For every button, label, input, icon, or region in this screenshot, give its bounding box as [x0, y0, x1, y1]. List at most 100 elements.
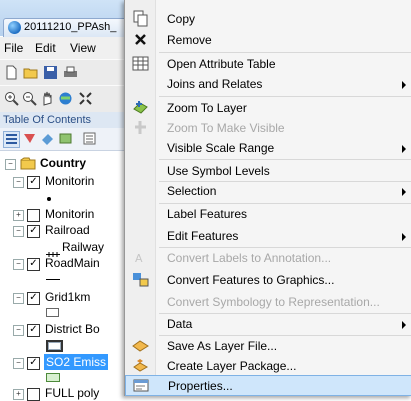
- pan-icon[interactable]: [40, 91, 55, 106]
- menu-file[interactable]: File: [4, 41, 23, 55]
- submenu-arrow-icon: [402, 233, 406, 241]
- menu-separator: [159, 313, 411, 314]
- menu-item-label-features[interactable]: Label Features: [125, 205, 411, 223]
- toc-group-country[interactable]: − Country: [0, 156, 124, 172]
- zoom-in-icon[interactable]: [4, 91, 19, 106]
- layer-label: RoadMain: [45, 256, 100, 270]
- open-folder-icon[interactable]: [23, 65, 38, 80]
- submenu-arrow-icon: [402, 188, 406, 196]
- toc-layer[interactable]: − ✓ District Bo: [0, 321, 124, 337]
- remove-icon: [132, 31, 149, 48]
- group-label: Country: [40, 156, 86, 170]
- menu-item-selection[interactable]: Selection: [125, 182, 411, 200]
- menu-separator: [159, 247, 411, 248]
- zoom-to-layer-icon: [132, 99, 149, 116]
- menu-item-convert-features-to-graphics[interactable]: Convert Features to Graphics...: [125, 271, 411, 289]
- collapse-toggle[interactable]: −: [13, 177, 24, 188]
- polygon-symbol: [46, 373, 60, 382]
- save-icon[interactable]: [43, 65, 58, 80]
- menu-item-create-layer-package[interactable]: Create Layer Package...: [125, 357, 411, 375]
- arcmap-globe-icon: [8, 21, 21, 34]
- toc-layer[interactable]: + FULL poly: [0, 385, 124, 401]
- legend-label: Railway: [62, 240, 105, 254]
- menu-edit[interactable]: Edit: [35, 41, 56, 55]
- full-extent-icon[interactable]: [58, 91, 73, 106]
- toc-layer[interactable]: − ✓ Railroad: [0, 222, 124, 238]
- layer-group-icon: [20, 157, 36, 173]
- toc-layer[interactable]: − ✓ RoadMain: [0, 255, 124, 271]
- layer-visibility-checkbox[interactable]: ✓: [27, 292, 40, 305]
- layer-label: Railroad: [45, 223, 90, 237]
- toc-title: Table Of Contents: [3, 114, 92, 126]
- menu-item-convert-labels-to-annotation[interactable]: A Convert Labels to Annotation...: [125, 249, 411, 267]
- submenu-arrow-icon: [402, 81, 406, 89]
- document-tab-title: 20111210_PPAsh_: [24, 21, 117, 33]
- layer-label: Monitorin: [45, 174, 95, 188]
- menu-item-open-attribute-table[interactable]: Open Attribute Table: [125, 55, 411, 73]
- layer-label: SO2 Emiss: [44, 354, 109, 370]
- fixed-zoom-icon[interactable]: [78, 91, 93, 106]
- copy-icon: [132, 10, 149, 27]
- menu-separator: [159, 159, 411, 160]
- layer-label: Grid1km: [45, 290, 91, 304]
- menu-item-zoom-to-make-visible[interactable]: Zoom To Make Visible: [125, 119, 411, 137]
- menu-item-save-as-layer-file[interactable]: Save As Layer File...: [125, 337, 411, 355]
- options-icon[interactable]: [82, 131, 97, 146]
- svg-text:A: A: [135, 252, 143, 265]
- collapse-toggle[interactable]: −: [13, 226, 24, 237]
- layer-visibility-checkbox[interactable]: ✓: [27, 176, 40, 189]
- collapse-toggle[interactable]: −: [5, 159, 16, 170]
- menu-item-visible-scale-range[interactable]: Visible Scale Range: [125, 139, 411, 157]
- menu-item-data[interactable]: Data: [125, 315, 411, 333]
- menu-item-use-symbol-levels[interactable]: Use Symbol Levels: [125, 162, 411, 180]
- toc-layer[interactable]: − ✓ Monitorin: [0, 173, 124, 189]
- point-symbol: [47, 197, 51, 201]
- menu-item-remove[interactable]: Remove: [125, 31, 411, 49]
- submenu-arrow-icon: [402, 321, 406, 329]
- menu-item-copy[interactable]: Copy: [125, 10, 411, 28]
- document-tab[interactable]: 20111210_PPAsh_: [3, 18, 141, 37]
- collapse-toggle[interactable]: −: [13, 358, 24, 369]
- list-by-selection-icon[interactable]: [58, 131, 73, 146]
- menu-view[interactable]: View: [70, 41, 96, 55]
- layer-context-menu: Copy Remove Open Attribute Table Joins a…: [124, 0, 411, 396]
- layer-label: District Bo: [45, 322, 100, 336]
- layer-visibility-checkbox[interactable]: [27, 388, 40, 401]
- menu-item-properties[interactable]: Properties...: [125, 375, 411, 396]
- expand-toggle[interactable]: +: [13, 389, 24, 400]
- menu-item-zoom-to-layer[interactable]: Zoom To Layer: [125, 99, 411, 117]
- menu-item-joins-and-relates[interactable]: Joins and Relates: [125, 75, 411, 93]
- convert-features-icon: [132, 271, 149, 288]
- polygon-symbol: [46, 340, 63, 352]
- collapse-toggle[interactable]: −: [13, 259, 24, 270]
- print-icon[interactable]: [63, 65, 78, 80]
- layer-visibility-checkbox[interactable]: [27, 209, 40, 222]
- list-by-drawing-order-icon[interactable]: [3, 131, 20, 148]
- list-by-source-icon[interactable]: [22, 131, 37, 146]
- expand-toggle[interactable]: +: [13, 210, 24, 221]
- menu-separator: [159, 96, 411, 97]
- layer-visibility-checkbox[interactable]: ✓: [27, 225, 40, 238]
- toc-layer[interactable]: + Monitorin: [0, 206, 124, 222]
- menu-separator: [159, 203, 411, 204]
- new-document-icon[interactable]: [4, 65, 19, 80]
- zoom-visible-icon: [132, 119, 149, 136]
- collapse-toggle[interactable]: −: [13, 293, 24, 304]
- toc-layer[interactable]: − ✓ Grid1km: [0, 289, 124, 305]
- toc-layer-selected[interactable]: − ✓ SO2 Emiss: [0, 354, 124, 370]
- layer-visibility-checkbox[interactable]: ✓: [27, 357, 40, 370]
- layer-label: FULL poly: [45, 386, 100, 400]
- menu-item-convert-symbology-to-representation[interactable]: Convert Symbology to Representation...: [125, 293, 411, 311]
- layer-label: Monitorin: [45, 207, 95, 221]
- layer-visibility-checkbox[interactable]: ✓: [27, 258, 40, 271]
- submenu-arrow-icon: [402, 145, 406, 153]
- list-by-visibility-icon[interactable]: [40, 131, 55, 146]
- menu-item-edit-features[interactable]: Edit Features: [125, 227, 411, 245]
- menu-separator: [159, 335, 411, 336]
- properties-icon: [133, 377, 150, 394]
- collapse-toggle[interactable]: −: [13, 325, 24, 336]
- layer-visibility-checkbox[interactable]: ✓: [27, 324, 40, 337]
- table-icon: [132, 55, 149, 72]
- zoom-out-icon[interactable]: [22, 91, 37, 106]
- convert-labels-icon: A: [132, 249, 149, 266]
